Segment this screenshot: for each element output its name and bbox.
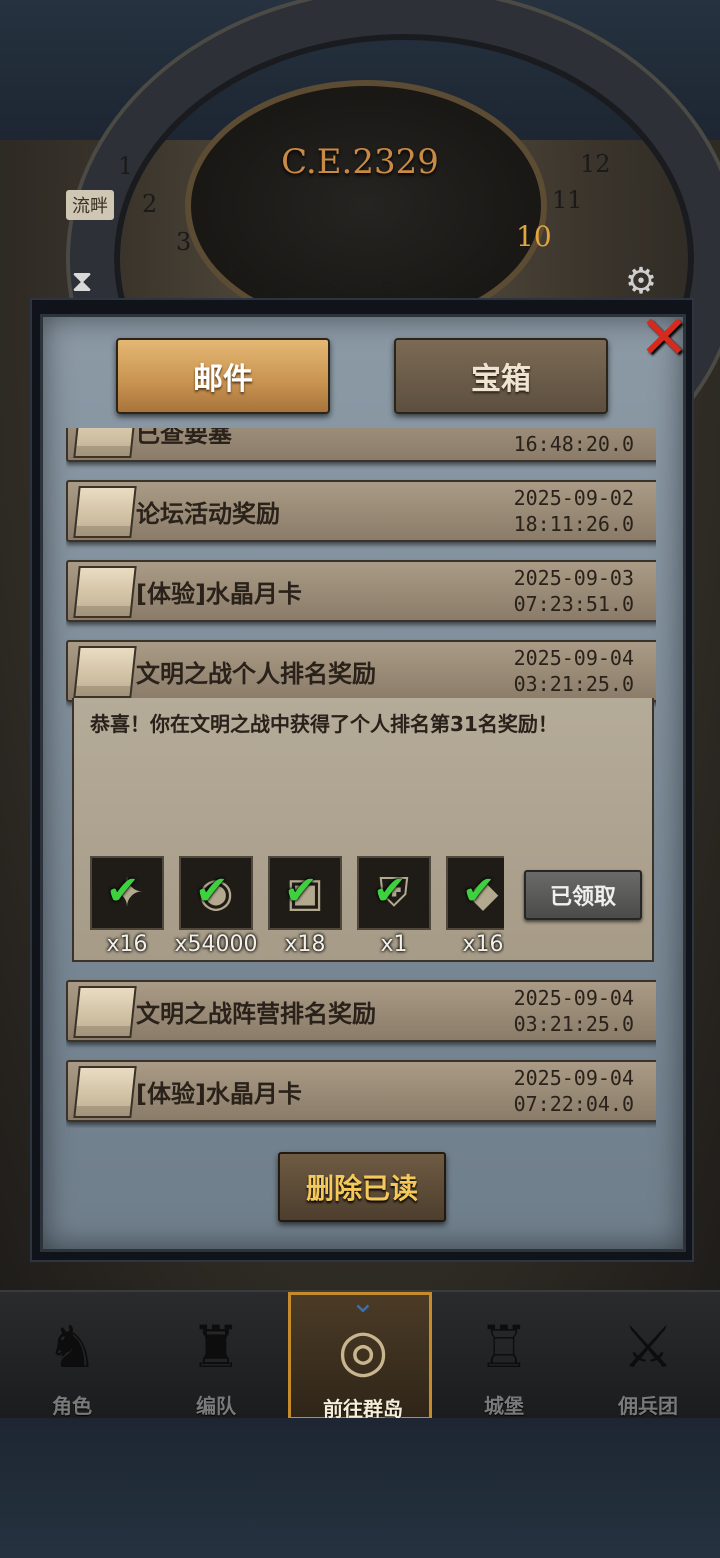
bottom-background [0,1418,720,1558]
mail-box-icon [73,646,137,698]
dial-number: 4 [222,254,238,282]
mail-date: 2025-09-02 [513,486,634,510]
mail-time: 18:11:26.0 [513,512,634,536]
mail-row-expanded[interactable]: 文明之战个人排名奖励 2025-09-04 03:21:25.0 [66,640,656,702]
mail-row[interactable]: 文明之战阵营排名奖励 2025-09-04 03:21:25.0 [66,980,656,1042]
mail-date: 2025-09-03 [513,566,634,590]
mail-date: 2025-09-04 [513,986,634,1010]
mail-time: 07:22:04.0 [513,1092,634,1116]
dial-number: 8 [430,272,446,300]
mail-time: 07:23:51.0 [513,592,634,616]
dial-number: 2 [142,190,158,218]
dial-number: 3 [176,228,192,256]
nav-character[interactable]: ♞ 角色 [0,1292,144,1420]
reward-qty: x1 [380,932,408,956]
ore-icon: ◆ ✔ [446,856,504,930]
mail-box-icon [73,428,137,458]
mail-box-icon [73,986,137,1038]
knight-icon: ♞ [46,1313,98,1381]
dial-number: 12 [580,150,611,178]
reward-qty: x54000 [174,932,258,956]
mail-box-icon [73,486,137,538]
gear-icon[interactable]: ⚙ [616,262,666,302]
tab-mail[interactable]: 邮件 [116,338,330,414]
reward-item[interactable]: ◉ ✔ x54000 [174,856,258,956]
hourglass-icon[interactable]: ⧗ [60,262,104,302]
globe-icon: ◎ [337,1316,389,1384]
mail-title: 已查要塞 [136,428,232,448]
left-hud-label: 流畔 [66,190,114,220]
mail-title: [体验]水晶月卡 [136,580,302,608]
nav-islands[interactable]: ⌄ ◎ 前往群岛 [288,1287,432,1421]
reward-list[interactable]: ✦ ✔ x16 ◉ ✔ x54000 ▣ ✔ x18 ⛨ ✔ x1 ◆ ✔ x16 [90,856,504,956]
delete-read-button[interactable]: 删除已读 [278,1152,446,1222]
dial-number: 5 [272,270,288,298]
mail-time: 03:21:25.0 [513,1012,634,1036]
mail-detail: 恭喜！你在文明之战中获得了个人排名第31名奖励！ ✦ ✔ x16 ◉ ✔ x5400… [72,698,654,962]
reward-qty: x18 [284,932,326,956]
mail-time: 16:48:20.0 [513,432,634,456]
mail-box-icon [73,566,137,618]
nav-label: 角色 [52,1394,92,1418]
warrior-icon: ⚔ [622,1313,674,1381]
tab-treasure-box[interactable]: 宝箱 [394,338,608,414]
nav-label: 佣兵团 [618,1394,678,1418]
mail-title: 文明之战阵营排名奖励 [136,1000,376,1028]
mail-time: 03:21:25.0 [513,672,634,696]
bottom-nav: ♞ 角色 ♜ 编队 ⌄ ◎ 前往群岛 ♖ 城堡 ⚔ 佣兵团 [0,1287,720,1421]
mail-title: 论坛活动奖励 [136,500,280,528]
reward-item[interactable]: ▣ ✔ x18 [268,856,342,956]
mail-title: [体验]水晶月卡 [136,1080,302,1108]
mail-row[interactable]: 已查要塞 16:48:20.0 [66,428,656,462]
reward-item[interactable]: ◆ ✔ x16 [446,856,504,956]
dial-number-current: 10 [516,220,552,253]
mail-list[interactable]: 已查要塞 16:48:20.0 论坛活动奖励 2025-09-02 18:11:… [66,428,656,1128]
calendar-dial-center [185,80,547,332]
helmet-icon: ♜ [190,1313,242,1381]
treasure-chest-icon: ▣ ✔ [268,856,342,930]
dial-number: 11 [552,186,583,214]
year-display: C.E.2329 [281,142,439,182]
mail-title: 文明之战个人排名奖励 [136,660,376,688]
nav-castle[interactable]: ♖ 城堡 [432,1292,576,1420]
claimed-button[interactable]: 已领取 [524,870,642,920]
nav-mercenary[interactable]: ⚔ 佣兵团 [576,1292,720,1420]
nav-label: 城堡 [484,1394,524,1418]
star-emblem-icon: ✦ ✔ [90,856,164,930]
close-icon[interactable]: ✕ [636,308,692,368]
reward-qty: x16 [106,932,148,956]
reward-item[interactable]: ⛨ ✔ x1 [357,856,431,956]
mail-row[interactable]: [体验]水晶月卡 2025-09-03 07:23:51.0 [66,560,656,622]
mail-box-icon [73,1066,137,1118]
nav-label: 编队 [196,1394,236,1418]
shield-icon: ⛨ ✔ [357,856,431,930]
mail-body-text: 恭喜！你在文明之战中获得了个人排名第31名奖励！ [90,712,558,736]
reward-item[interactable]: ✦ ✔ x16 [90,856,164,956]
nav-formation[interactable]: ♜ 编队 [144,1292,288,1420]
dial-number: 1 [118,152,134,180]
mail-date: 2025-09-04 [513,1066,634,1090]
mail-row[interactable]: [体验]水晶月卡 2025-09-04 07:22:04.0 [66,1060,656,1122]
castle-icon: ♖ [478,1313,530,1381]
mail-date: 2025-09-04 [513,646,634,670]
silver-coin-icon: ◉ ✔ [179,856,253,930]
mail-row[interactable]: 论坛活动奖励 2025-09-02 18:11:26.0 [66,480,656,542]
dial-number: 9 [478,254,494,282]
reward-qty: x16 [462,932,504,956]
